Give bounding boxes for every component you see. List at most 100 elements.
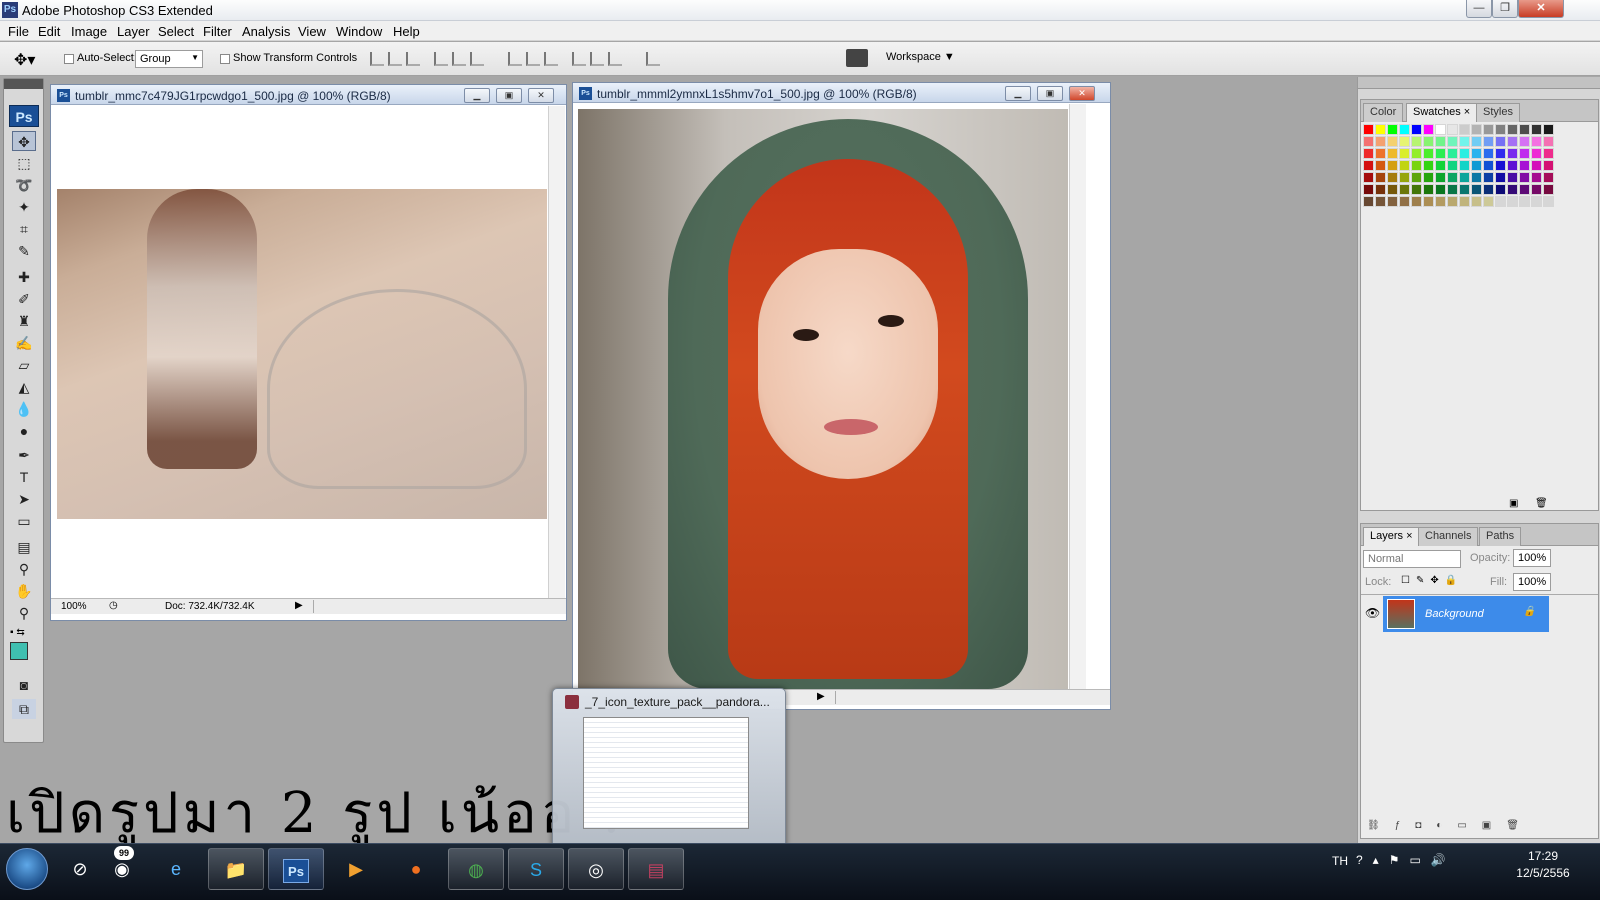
color-swatch[interactable] bbox=[1375, 172, 1386, 183]
color-swatch[interactable] bbox=[1507, 136, 1518, 147]
color-swatch[interactable] bbox=[1363, 124, 1374, 135]
align-vcenter-icon[interactable] bbox=[388, 52, 402, 66]
screen-mode-icon[interactable]: ⧉ bbox=[12, 699, 36, 719]
menu-file[interactable]: File bbox=[8, 24, 29, 39]
color-swatch[interactable] bbox=[1483, 124, 1494, 135]
visibility-eye-icon[interactable]: 👁 bbox=[1365, 606, 1380, 620]
clock-date[interactable]: 12/5/2556 bbox=[1498, 866, 1588, 880]
color-swatch[interactable] bbox=[1363, 160, 1374, 171]
media-player-icon[interactable]: ▶ bbox=[328, 848, 384, 890]
document-2-minimize-button[interactable]: ▁ bbox=[1005, 86, 1031, 101]
close-button[interactable]: ✕ bbox=[1518, 0, 1564, 18]
color-swatch[interactable] bbox=[1447, 184, 1458, 195]
color-swatch[interactable] bbox=[1543, 124, 1554, 135]
color-swatch[interactable] bbox=[1519, 196, 1530, 207]
color-swatch[interactable] bbox=[1423, 184, 1434, 195]
status-info-icon[interactable]: ◷ bbox=[109, 600, 118, 611]
paint-bucket-tool-icon[interactable]: ◭ bbox=[12, 377, 36, 397]
system-tray-icons[interactable]: ?▴⚑▭🔊 bbox=[1356, 853, 1456, 867]
color-swatch[interactable] bbox=[1471, 136, 1482, 147]
layer-row-background[interactable]: Background 🔒 bbox=[1383, 596, 1549, 632]
language-indicator[interactable]: TH bbox=[1332, 854, 1348, 868]
shape-tool-icon[interactable]: ▭ bbox=[12, 511, 36, 531]
clock-time[interactable]: 17:29 bbox=[1498, 849, 1588, 863]
color-swatch[interactable] bbox=[1459, 136, 1470, 147]
brush-tool-icon[interactable]: ✐ bbox=[12, 289, 36, 309]
color-swatch[interactable] bbox=[1531, 136, 1542, 147]
color-swatch[interactable] bbox=[1411, 136, 1422, 147]
color-swatch[interactable] bbox=[1375, 196, 1386, 207]
color-swatch[interactable] bbox=[1411, 172, 1422, 183]
color-swatch[interactable] bbox=[1519, 160, 1530, 171]
color-swatch[interactable] bbox=[1399, 196, 1410, 207]
photoshop-taskbar-icon[interactable]: Ps bbox=[268, 848, 324, 890]
document-1-close-button[interactable]: ✕ bbox=[528, 88, 554, 103]
notes-tool-icon[interactable]: ▤ bbox=[12, 537, 36, 557]
blend-mode-dropdown[interactable]: Normal bbox=[1363, 550, 1461, 568]
color-swatch[interactable] bbox=[1471, 148, 1482, 159]
color-swatch[interactable] bbox=[1435, 172, 1446, 183]
color-swatch[interactable] bbox=[1423, 136, 1434, 147]
color-swatch[interactable] bbox=[1435, 184, 1446, 195]
color-swatch[interactable] bbox=[1411, 196, 1422, 207]
clone-stamp-tool-icon[interactable]: ♜ bbox=[12, 311, 36, 331]
swatch-grid[interactable] bbox=[1363, 124, 1595, 224]
color-swatch[interactable] bbox=[1363, 172, 1374, 183]
color-swatch[interactable] bbox=[1519, 184, 1530, 195]
hand-tool-icon[interactable]: ✋ bbox=[12, 581, 36, 601]
color-swatch[interactable] bbox=[1543, 148, 1554, 159]
eyedropper-tool-icon[interactable]: ⚲ bbox=[12, 559, 36, 579]
distribute-bottom-icon[interactable] bbox=[544, 52, 558, 66]
status-menu-arrow-icon[interactable]: ▶ bbox=[295, 600, 303, 611]
color-swatch[interactable] bbox=[1375, 148, 1386, 159]
color-swatch[interactable] bbox=[1483, 160, 1494, 171]
color-swatch[interactable] bbox=[1399, 136, 1410, 147]
color-swatch[interactable] bbox=[1423, 172, 1434, 183]
color-swatch[interactable] bbox=[1411, 124, 1422, 135]
chrome-icon[interactable]: ◍ bbox=[448, 848, 504, 890]
color-swatch[interactable] bbox=[1483, 172, 1494, 183]
menu-window[interactable]: Window bbox=[336, 24, 382, 39]
tab-layers[interactable]: Layers × bbox=[1363, 527, 1420, 546]
color-swatch[interactable] bbox=[1495, 148, 1506, 159]
document-1-photo[interactable] bbox=[57, 189, 547, 519]
color-swatch[interactable] bbox=[1435, 148, 1446, 159]
color-swatch[interactable] bbox=[1543, 184, 1554, 195]
skype-icon[interactable]: S bbox=[508, 848, 564, 890]
explorer-folder-icon[interactable]: 📁 bbox=[208, 848, 264, 890]
color-swatch[interactable] bbox=[1375, 136, 1386, 147]
menu-image[interactable]: Image bbox=[71, 24, 107, 39]
align-left-icon[interactable] bbox=[434, 52, 448, 66]
restore-button[interactable]: ❐ bbox=[1492, 0, 1518, 18]
lock-icons[interactable]: ☐✎✥🔒 bbox=[1401, 575, 1463, 586]
pen-tool-icon[interactable]: ✒ bbox=[12, 445, 36, 465]
dock-header[interactable] bbox=[1358, 77, 1600, 89]
color-swatch[interactable] bbox=[1543, 160, 1554, 171]
distribute-hcenter-icon[interactable] bbox=[590, 52, 604, 66]
show-transform-checkbox[interactable] bbox=[220, 54, 230, 64]
color-swatch[interactable] bbox=[1435, 124, 1446, 135]
document-1-horizontal-scrollbar[interactable] bbox=[313, 600, 545, 613]
auto-select-checkbox[interactable] bbox=[64, 54, 74, 64]
ps-logo[interactable]: Ps bbox=[9, 105, 39, 127]
magic-wand-tool-icon[interactable]: ✦ bbox=[12, 197, 36, 217]
color-swatch[interactable] bbox=[1531, 148, 1542, 159]
color-swatch[interactable] bbox=[1375, 184, 1386, 195]
layers-panel-footer-icons[interactable]: ⛓ƒ◘◐▭▣🗑 bbox=[1367, 820, 1534, 831]
distribute-left-icon[interactable] bbox=[572, 52, 586, 66]
color-swatch[interactable] bbox=[1507, 196, 1518, 207]
color-swatch[interactable] bbox=[1507, 124, 1518, 135]
color-swatch[interactable] bbox=[1519, 172, 1530, 183]
document-2-horizontal-scrollbar[interactable] bbox=[835, 691, 1065, 704]
menu-analysis[interactable]: Analysis bbox=[242, 24, 290, 39]
dodge-tool-icon[interactable]: ● bbox=[12, 421, 36, 441]
color-swatch[interactable] bbox=[1519, 124, 1530, 135]
slice-tool-icon[interactable]: ✎ bbox=[12, 241, 36, 261]
color-swatch[interactable] bbox=[1387, 184, 1398, 195]
color-swatch[interactable] bbox=[1435, 136, 1446, 147]
color-swatch[interactable] bbox=[1507, 160, 1518, 171]
color-swatch[interactable] bbox=[1543, 172, 1554, 183]
blur-tool-icon[interactable]: 💧 bbox=[12, 399, 36, 419]
color-swatch[interactable] bbox=[1495, 124, 1506, 135]
color-swatch[interactable] bbox=[1495, 136, 1506, 147]
